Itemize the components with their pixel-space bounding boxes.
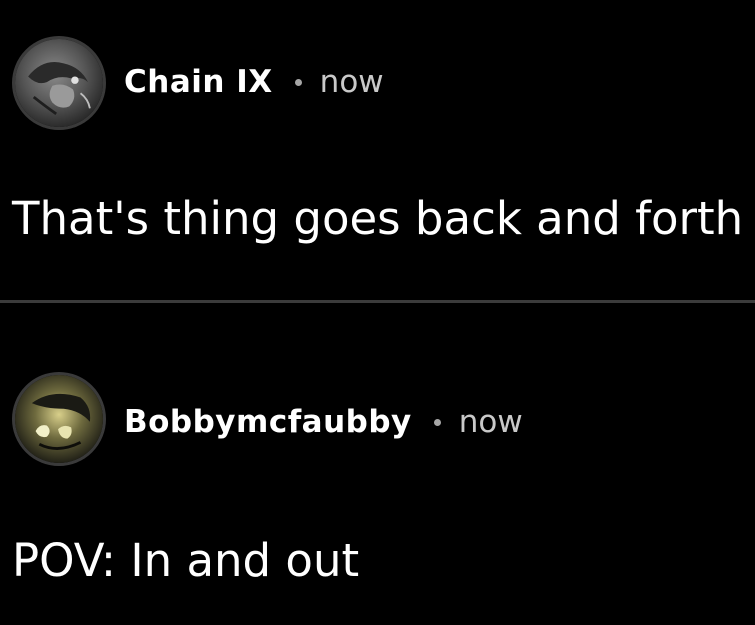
user-avatar-icon xyxy=(15,39,103,127)
user-avatar-icon xyxy=(15,375,103,463)
avatar[interactable] xyxy=(12,36,106,130)
username[interactable]: Bobbymcfaubby xyxy=(124,404,412,440)
timestamp: now xyxy=(458,404,523,440)
comment-header: Chain IX now xyxy=(124,60,384,104)
comment-divider xyxy=(0,300,755,303)
comment-item: Chain IX now That's thing goes back and … xyxy=(0,0,755,302)
comment-text: That's thing goes back and forth xyxy=(12,192,744,245)
comment-header: Bobbymcfaubby now xyxy=(124,400,523,444)
dot-separator-icon xyxy=(433,418,441,426)
dot-separator-icon xyxy=(294,78,302,86)
avatar[interactable] xyxy=(12,372,106,466)
username[interactable]: Chain IX xyxy=(124,64,273,100)
comment-item: Bobbymcfaubby now POV: In and out xyxy=(0,304,755,625)
comment-text: POV: In and out xyxy=(12,534,360,587)
timestamp: now xyxy=(319,64,384,100)
